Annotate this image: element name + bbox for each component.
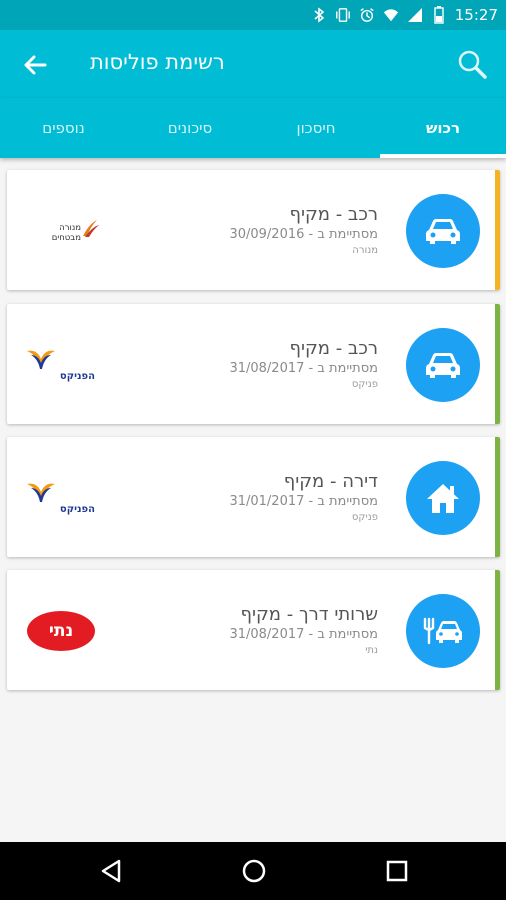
svg-text:הפניקס: הפניקס — [60, 371, 95, 382]
policy-expiry: מסתיימת ב - 31/08/2017 — [229, 627, 378, 642]
nav-back-icon[interactable] — [97, 856, 127, 886]
policy-company: נתי — [365, 645, 378, 656]
status-stripe — [495, 170, 500, 290]
policy-details: רכב - מקיף מסתיימת ב - 31/08/2017 פניקס — [118, 338, 378, 392]
vibrate-icon — [335, 7, 351, 23]
tab-bar: רכוש חיסכון סיכונים נוספים — [0, 98, 506, 158]
tab-savings[interactable]: חיסכון — [253, 98, 379, 158]
svg-text:הפניקס: הפניקס — [60, 504, 95, 515]
tab-label: חיסכון — [296, 119, 336, 137]
policy-expiry: מסתיימת ב - 31/01/2017 — [229, 494, 378, 509]
car-icon — [406, 194, 480, 268]
tab-property[interactable]: רכוש — [380, 98, 506, 158]
policy-title: רכב - מקיף — [289, 338, 378, 359]
policy-company: פניקס — [351, 379, 378, 390]
policy-title: דירה - מקיף — [283, 471, 378, 492]
tab-additional[interactable]: נוספים — [0, 98, 127, 158]
policy-company: מנורה — [352, 245, 378, 256]
car-icon — [406, 328, 480, 402]
search-icon[interactable] — [456, 48, 488, 80]
svg-text:מבטחים: מבטחים — [52, 233, 81, 243]
policy-details: שרותי דרך - מקיף מסתיימת ב - 31/08/2017 … — [118, 604, 378, 658]
menora-logo: מנורה מבטחים — [25, 208, 101, 254]
status-bar: 15:27 — [0, 0, 506, 30]
policy-details: דירה - מקיף מסתיימת ב - 31/01/2017 פניקס — [118, 471, 378, 525]
status-stripe — [495, 570, 500, 690]
policy-details: רכב - מקיף מסתיימת ב - 30/09/2016 מנורה — [118, 204, 378, 258]
policy-card[interactable]: רכב - מקיף מסתיימת ב - 30/09/2016 מנורה … — [7, 170, 500, 290]
policy-card[interactable]: רכב - מקיף מסתיימת ב - 31/08/2017 פניקס … — [7, 304, 500, 424]
wifi-icon — [383, 7, 399, 23]
page-title: רשימת פוליסות — [90, 50, 225, 74]
alarm-icon — [359, 7, 375, 23]
svg-text:מנורה: מנורה — [59, 223, 81, 233]
road-service-icon — [406, 594, 480, 668]
signal-icon — [407, 7, 423, 23]
tab-risks[interactable]: סיכונים — [127, 98, 253, 158]
policy-company: פניקס — [351, 512, 378, 523]
tab-label: נוספים — [42, 119, 85, 137]
nav-recents-icon[interactable] — [382, 856, 412, 886]
arrow-back-icon[interactable] — [20, 50, 50, 80]
tab-label: רכוש — [425, 119, 461, 137]
policy-title: שרותי דרך - מקיף — [240, 604, 378, 625]
phoenix-logo: הפניקס — [25, 342, 101, 388]
status-time: 15:27 — [454, 6, 498, 24]
nati-logo: נתי — [25, 608, 101, 654]
tab-indicator — [380, 154, 506, 158]
policy-title: רכב - מקיף — [289, 204, 378, 225]
home-icon — [406, 461, 480, 535]
policy-expiry: מסתיימת ב - 31/08/2017 — [229, 361, 378, 376]
battery-icon — [431, 6, 447, 24]
phoenix-logo: הפניקס — [25, 475, 101, 521]
app-toolbar: רשימת פוליסות — [0, 30, 506, 98]
policy-card[interactable]: דירה - מקיף מסתיימת ב - 31/01/2017 פניקס… — [7, 437, 500, 557]
svg-text:נתי: נתי — [49, 621, 73, 641]
tab-label: סיכונים — [167, 119, 213, 137]
bluetooth-icon — [311, 7, 327, 23]
policy-expiry: מסתיימת ב - 30/09/2016 — [229, 227, 378, 242]
system-nav-bar — [0, 842, 506, 900]
policy-card[interactable]: שרותי דרך - מקיף מסתיימת ב - 31/08/2017 … — [7, 570, 500, 690]
nav-home-icon[interactable] — [239, 856, 269, 886]
status-stripe — [495, 437, 500, 557]
status-stripe — [495, 304, 500, 424]
